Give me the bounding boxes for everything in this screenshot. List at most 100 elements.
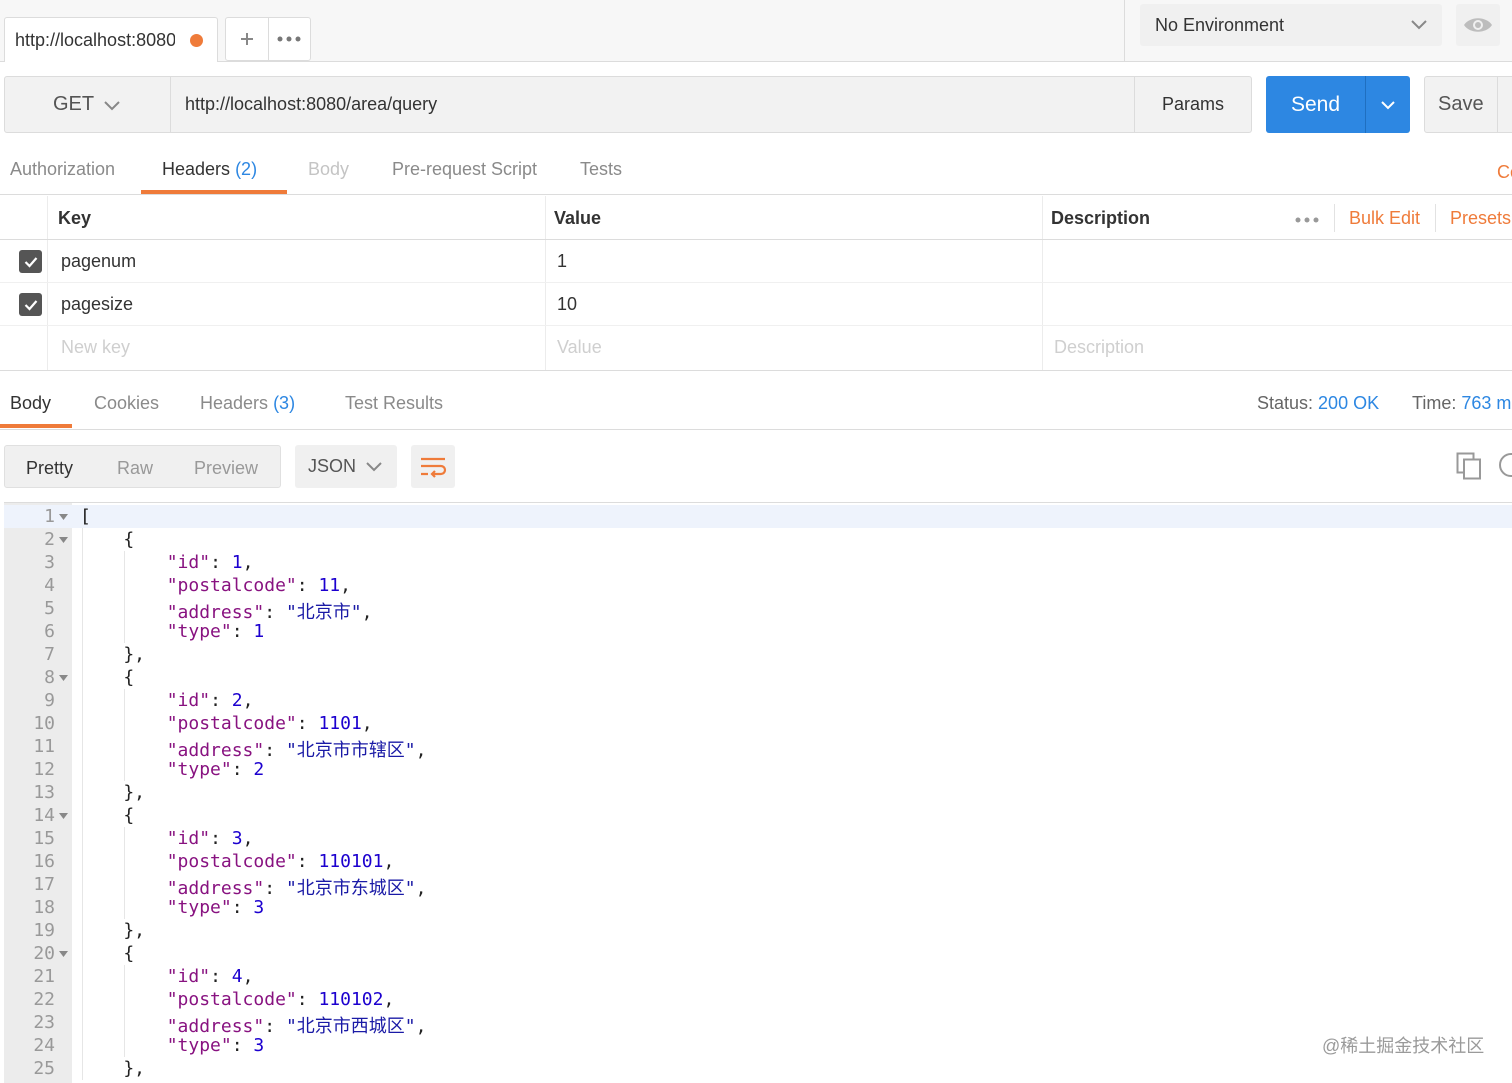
fold-caret-icon[interactable] (59, 813, 68, 819)
new-tab-button[interactable] (226, 18, 268, 60)
row-checkbox[interactable] (19, 250, 42, 273)
line-number: 10 (33, 713, 55, 734)
code-line: 11 "address": "北京市市辖区", (4, 735, 1512, 761)
copy-button[interactable] (1456, 452, 1482, 485)
code-line: 13 }, (4, 781, 1512, 804)
indent-guide (124, 551, 125, 643)
send-button[interactable]: Send (1266, 76, 1410, 133)
code-line: 20 { (4, 942, 1512, 965)
tab-cookies[interactable]: Cookies (94, 393, 159, 414)
line-number: 13 (33, 782, 55, 803)
request-tab-bar: http://localhost:8080 No Environment (0, 0, 1512, 62)
code-line: 2 { (4, 528, 1512, 551)
send-label: Send (1290, 92, 1341, 116)
code-line: 24 "type": 3 (4, 1034, 1512, 1057)
line-number: 2 (44, 529, 55, 550)
response-body-editor[interactable]: 1[2 {3 "id": 1, 4 "postalcode": 11, 5 "add… (4, 502, 1512, 1083)
watermark: @稀土掘金技术社区 (1322, 1036, 1485, 1056)
active-tab-indicator (0, 424, 72, 428)
view-preview-button[interactable]: Preview (194, 458, 258, 479)
tab-test-results[interactable]: Test Results (345, 393, 443, 414)
code-line: 17 "address": "北京市东城区", (4, 873, 1512, 899)
fold-caret-icon[interactable] (59, 675, 68, 681)
code-line: 5 "address": "北京市", (4, 597, 1512, 623)
response-toolbar: Pretty Raw Preview JSON (0, 430, 1512, 502)
code-line: 18 "type": 3 (4, 896, 1512, 919)
tab-headers[interactable]: Headers (2) (162, 159, 257, 180)
tab-label: Authorization (10, 159, 116, 179)
time-label: Time: (1412, 393, 1457, 413)
tab-tests[interactable]: Tests (580, 159, 622, 180)
fold-caret-icon[interactable] (59, 514, 68, 520)
wrap-lines-icon (421, 457, 447, 478)
view-raw-button[interactable]: Raw (117, 458, 153, 479)
code-line: 23 "address": "北京市西城区", (4, 1011, 1512, 1037)
environment-select[interactable]: No Environment (1140, 4, 1442, 46)
tab-count: (3) (273, 393, 296, 413)
send-dropdown-button[interactable] (1365, 76, 1410, 133)
format-label: JSON (308, 456, 357, 476)
url-input[interactable]: http://localhost:8080/area/query (171, 76, 1135, 133)
line-number: 17 (33, 874, 55, 895)
divider (1435, 204, 1436, 232)
header-key-input[interactable]: pagesize (61, 294, 133, 315)
code-text: "type": 2 (166, 759, 265, 780)
table-row: pagesize 10 (0, 283, 1512, 326)
chevron-down-icon (366, 462, 382, 472)
code-line: 16 "postalcode": 110101, (4, 850, 1512, 873)
view-mode-segmented-control: Pretty Raw Preview (4, 445, 281, 488)
save-button[interactable]: Save (1424, 76, 1512, 133)
more-options-button[interactable] (1295, 207, 1319, 228)
cookies-link[interactable]: Co (1497, 162, 1512, 183)
tab-pre-request-script[interactable]: Pre-request Script (392, 159, 537, 180)
code-text: { (80, 805, 135, 826)
table-row-new: New key Value Description (0, 326, 1512, 370)
request-tab-title: http://localhost:8080 (15, 29, 175, 50)
code-text: "postalcode": 11, (166, 575, 351, 596)
code-line: 19 }, (4, 919, 1512, 942)
code-text: "postalcode": 110101, (166, 851, 395, 872)
header-key-input[interactable]: pagenum (61, 251, 136, 272)
row-checkbox[interactable] (19, 293, 42, 316)
code-text: }, (80, 644, 146, 665)
fold-caret-icon[interactable] (59, 951, 68, 957)
checkmark-icon (24, 299, 37, 311)
indent-guide (82, 528, 83, 1080)
headers-table: Key Value Description Bulk Edit Presets … (0, 196, 1512, 371)
params-button[interactable]: Params (1134, 76, 1252, 133)
method-select[interactable]: GET (4, 76, 171, 133)
line-number: 12 (33, 759, 55, 780)
new-value-input[interactable]: Value (557, 337, 602, 358)
presets-button[interactable]: Presets (1450, 208, 1511, 229)
header-value-input[interactable]: 10 (557, 294, 577, 315)
divider (1124, 0, 1125, 62)
line-number: 9 (44, 690, 55, 711)
new-description-input[interactable]: Description (1054, 337, 1144, 358)
new-key-input[interactable]: New key (61, 337, 130, 358)
tab-response-headers[interactable]: Headers (3) (200, 393, 295, 414)
code-text: "type": 3 (166, 1035, 265, 1056)
line-number: 25 (33, 1058, 55, 1079)
wrap-lines-button[interactable] (411, 445, 455, 488)
divider (1497, 77, 1498, 132)
code-text: "type": 1 (166, 621, 265, 642)
code-line: 10 "postalcode": 1101, (4, 712, 1512, 735)
bulk-edit-button[interactable]: Bulk Edit (1349, 208, 1420, 229)
line-number: 6 (44, 621, 55, 642)
request-tab[interactable]: http://localhost:8080 (4, 17, 218, 62)
header-value-input[interactable]: 1 (557, 251, 567, 272)
indent-guide (124, 827, 125, 919)
environment-quick-look-button[interactable] (1456, 4, 1500, 46)
tab-label: Headers (200, 393, 269, 413)
tab-authorization[interactable]: Authorization (10, 159, 115, 180)
tab-body[interactable]: Body (308, 159, 349, 180)
view-pretty-button[interactable]: Pretty (26, 458, 73, 479)
code-text: }, (80, 1058, 146, 1079)
more-tabs-button[interactable] (267, 18, 311, 60)
url-text: http://localhost:8080/area/query (185, 94, 438, 114)
line-number: 21 (33, 966, 55, 987)
search-button[interactable] (1497, 452, 1512, 485)
fold-caret-icon[interactable] (59, 537, 68, 543)
format-select[interactable]: JSON (295, 445, 397, 488)
tab-response-body[interactable]: Body (10, 393, 51, 414)
